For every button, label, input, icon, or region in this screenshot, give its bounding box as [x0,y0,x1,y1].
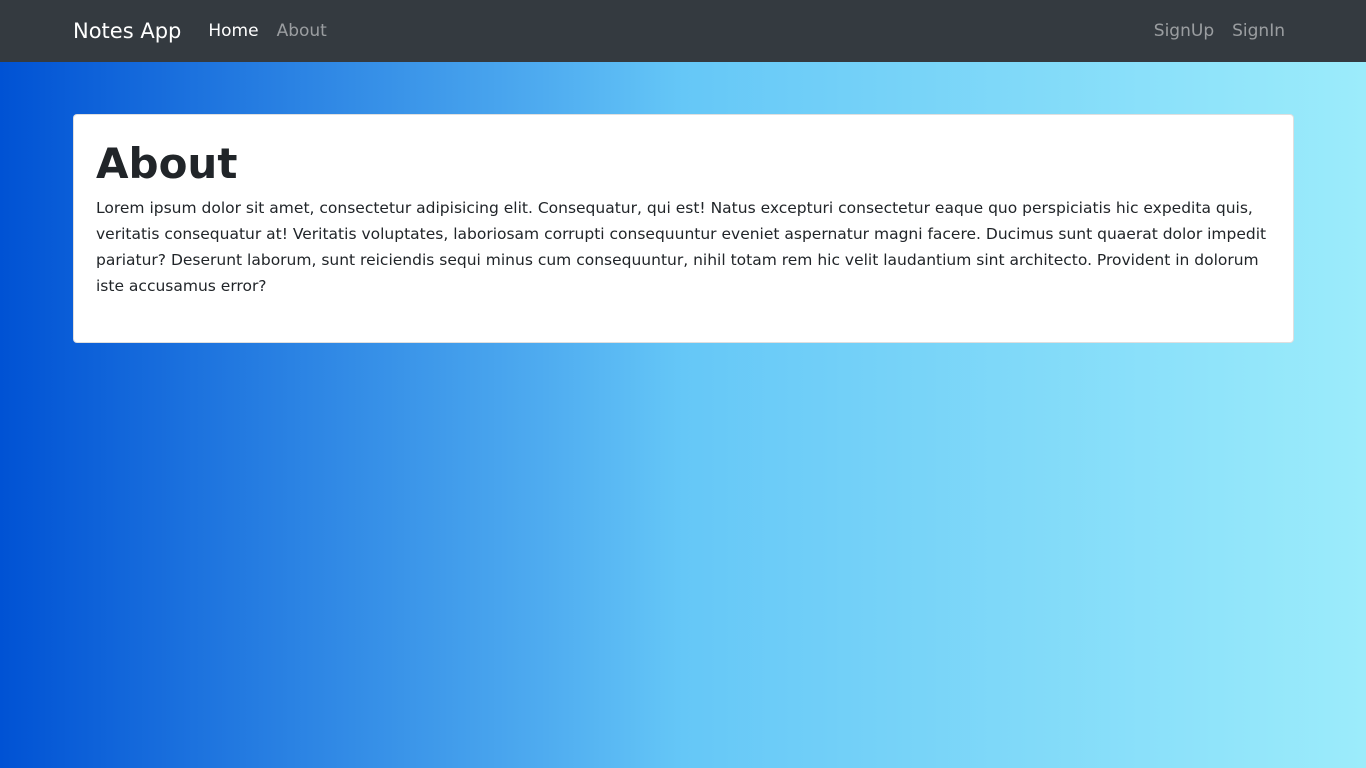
nav-left-links: Home About [208,21,326,41]
brand-link[interactable]: Notes App [73,19,181,43]
nav-right-links: SignUp SignIn [1154,21,1285,41]
nav-about-link[interactable]: About [277,21,327,41]
nav-signup-link[interactable]: SignUp [1154,21,1214,41]
about-description: Lorem ipsum dolor sit amet, consectetur … [96,199,1267,296]
page-title: About [96,139,238,188]
nav-signin-link[interactable]: SignIn [1232,21,1285,41]
nav-home-link[interactable]: Home [208,21,258,41]
about-card: About Lorem ipsum dolor sit amet, consec… [73,114,1294,343]
top-navbar: Notes App Home About SignUp SignIn [0,0,1366,62]
